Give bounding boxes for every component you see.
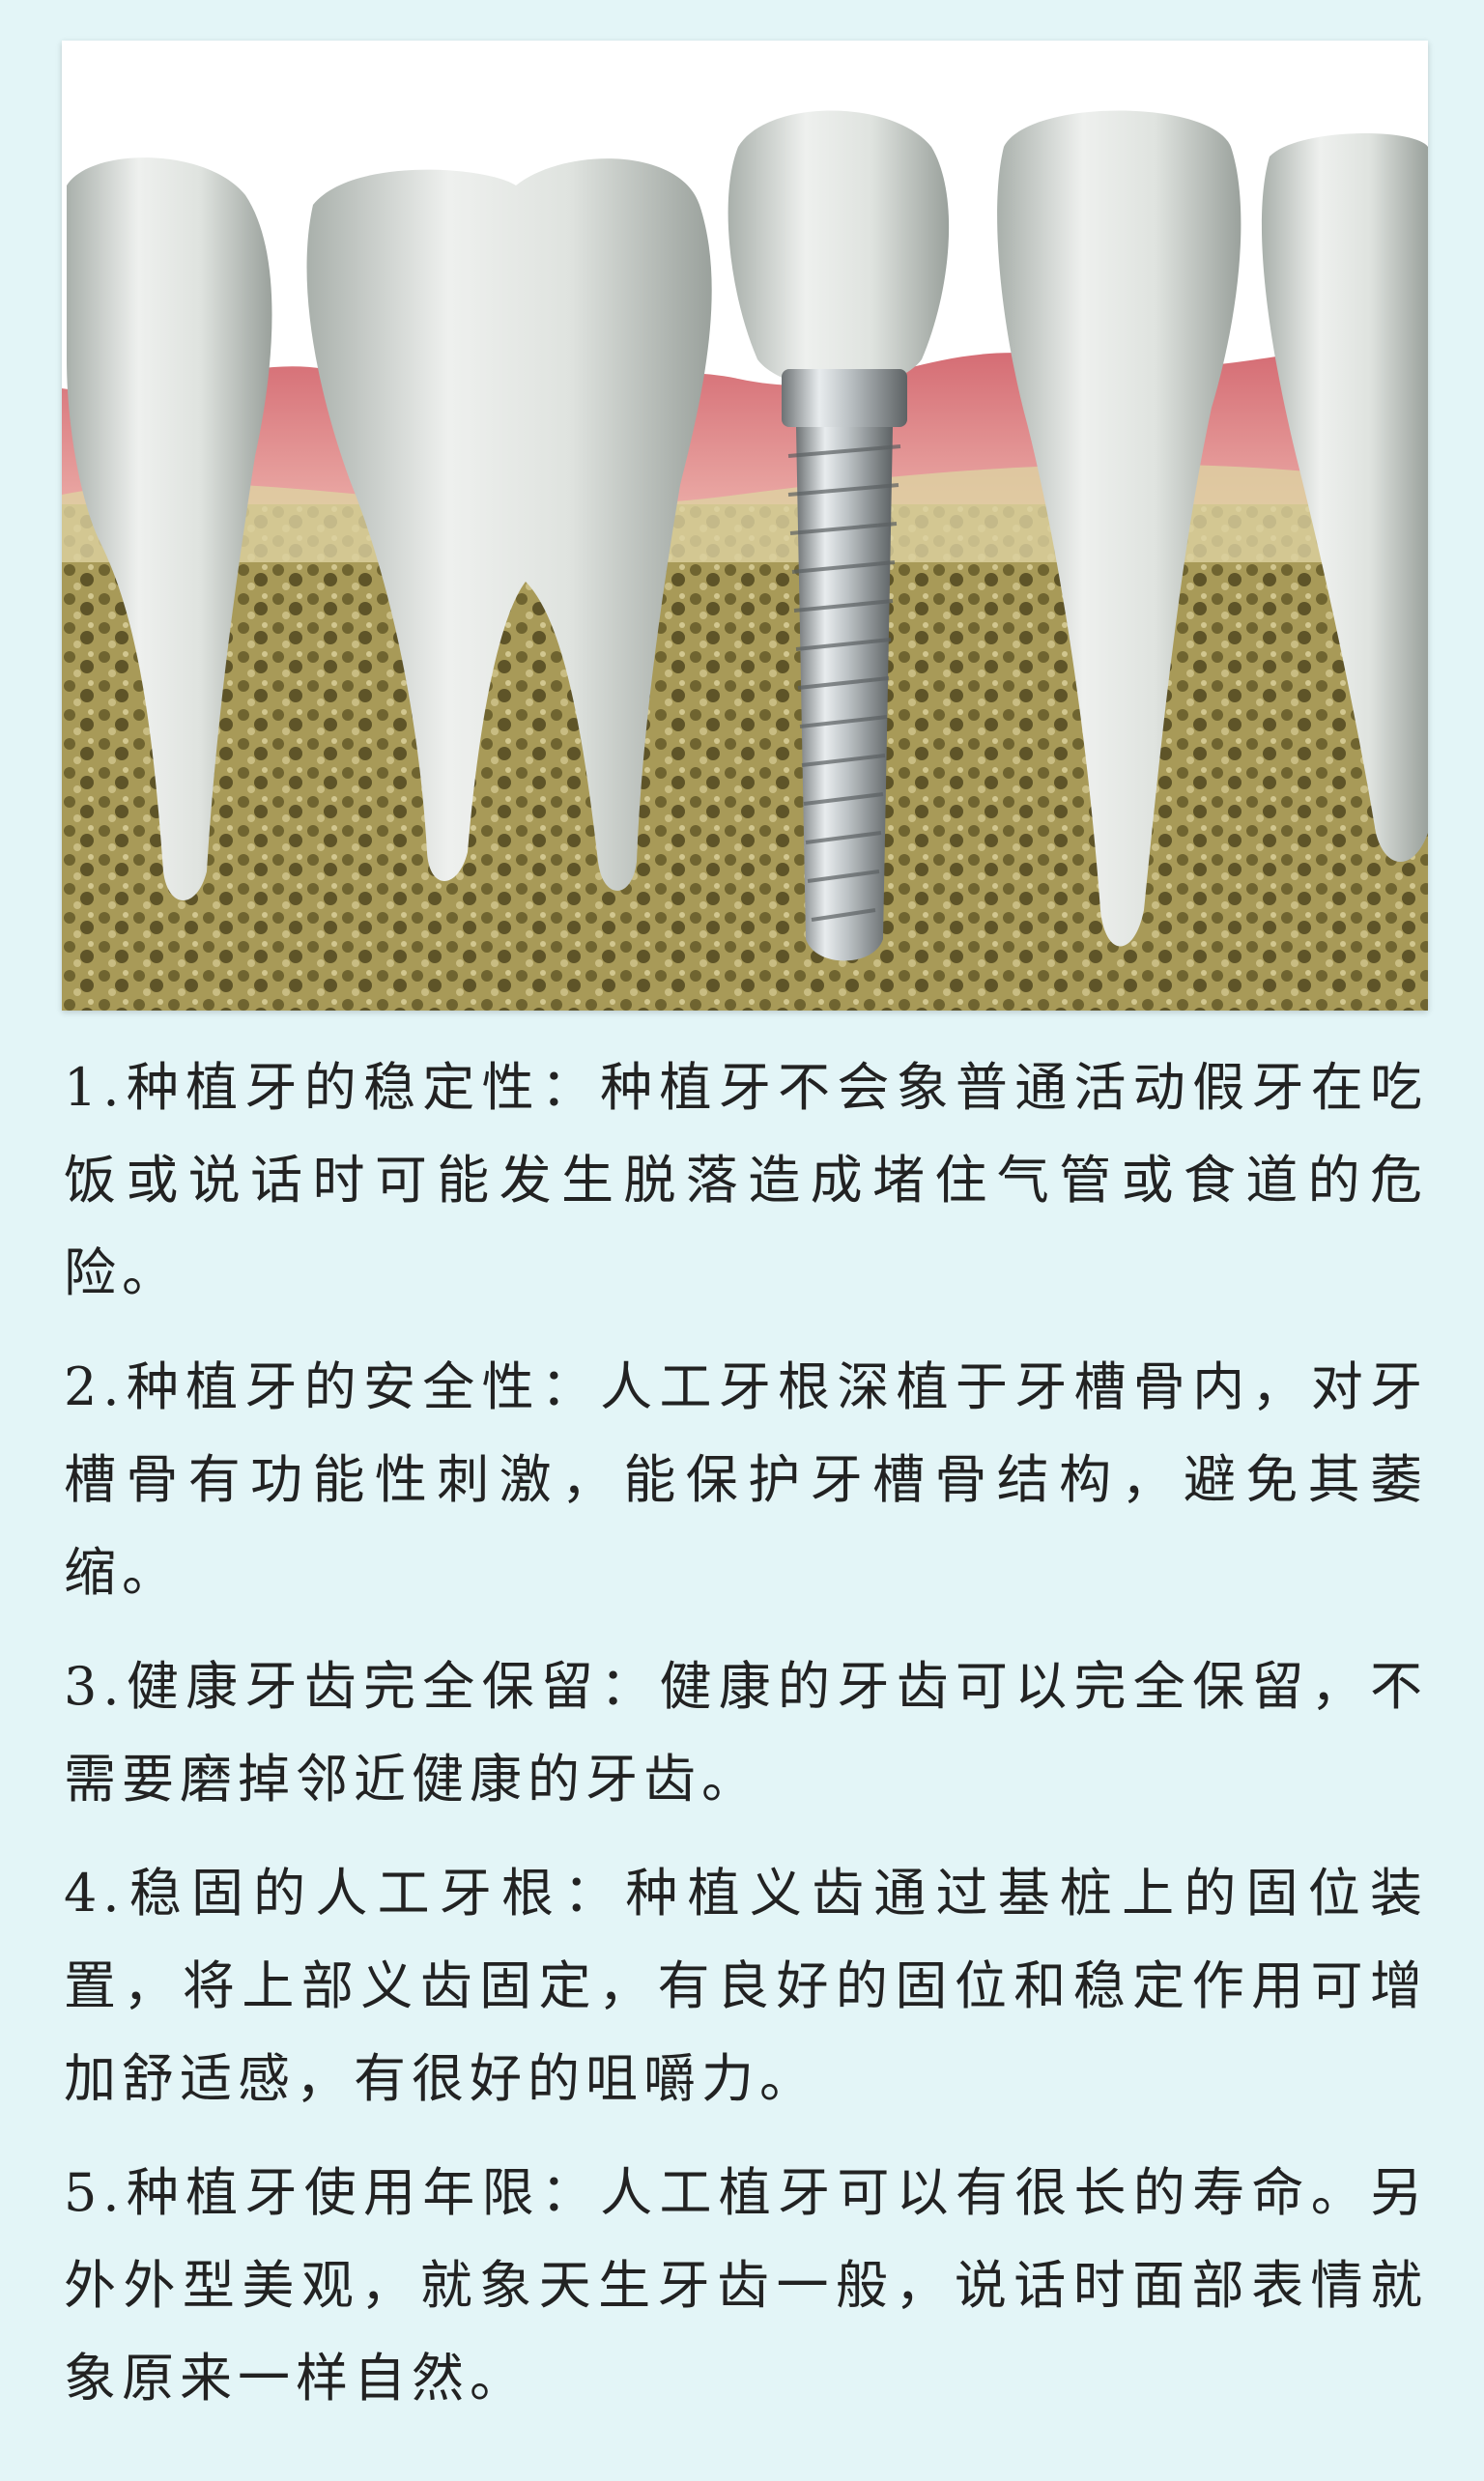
paragraph-healthy-teeth: 3.健康牙齿完全保留：健康的牙齿可以完全保留，不需要磨掉邻近健康的牙齿。 — [64, 1656, 1428, 1810]
dental-implant-illustration — [62, 41, 1428, 1011]
article-text: 1.种植牙的稳定性：种植牙不会象普通活动假牙在吃饭或说话时可能发生脱落造成堵住气… — [64, 1041, 1428, 2446]
dental-implant-image — [62, 41, 1428, 1011]
paragraph-safety: 2.种植牙的安全性：人工牙根深植于牙槽骨内，对牙槽骨有功能性刺激，能保护牙槽骨结… — [64, 1356, 1428, 1603]
paragraph-stable-root: 4.稳固的人工牙根：种植义齿通过基桩上的固位装置，将上部义齿固定，有良好的固位和… — [64, 1863, 1428, 2109]
paragraph-stability: 1.种植牙的稳定性：种植牙不会象普通活动假牙在吃饭或说话时可能发生脱落造成堵住气… — [64, 1057, 1428, 1303]
paragraph-lifespan: 5.种植牙使用年限：人工植牙可以有很长的寿命。另外外型美观，就象天生牙齿一般，说… — [64, 2162, 1428, 2409]
